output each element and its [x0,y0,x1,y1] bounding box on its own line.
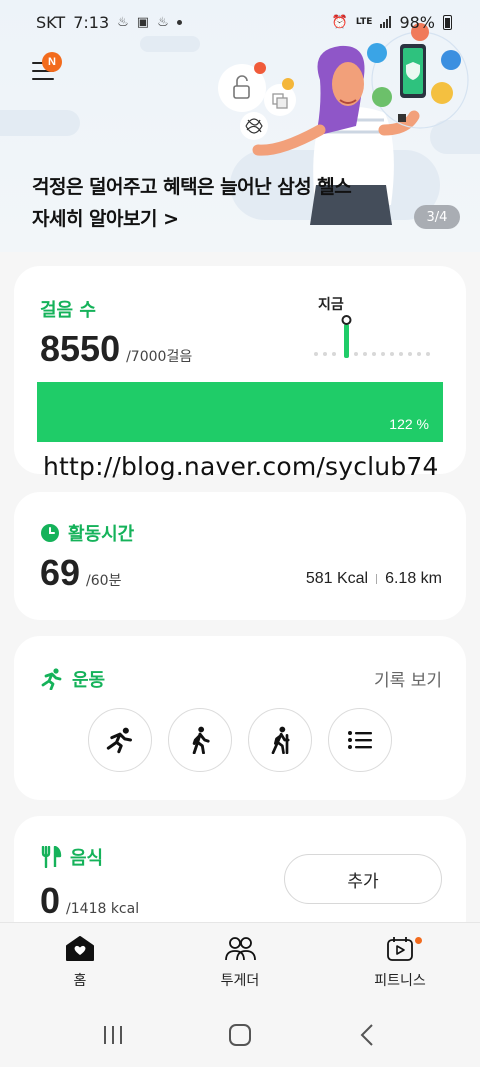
hiking-icon [271,726,290,754]
back-chevron-icon [360,1023,373,1046]
network-type-label: LTE [355,17,373,27]
steps-progress-bar: 122 % [37,382,443,442]
hike-exercise-button[interactable] [248,708,312,772]
steps-card[interactable]: 걸음 수 8550 /7000걸음 지금 122 % [14,266,466,474]
new-content-dot [415,937,422,944]
nav-home-label: 홈 [73,972,87,989]
gallery-icon: ▣ [136,14,150,30]
cutlery-icon [41,846,62,868]
food-goal: /1418 kcal [66,901,140,917]
home-system-button[interactable] [210,1015,270,1055]
running-icon [106,727,133,754]
run-exercise-button[interactable] [88,708,152,772]
view-records-link[interactable]: 기록 보기 [374,666,442,691]
battery-icon [443,14,452,30]
list-icon [348,731,372,749]
nav-together-label: 투게더 [220,972,260,989]
active-goal: /60분 [86,573,122,589]
food-calories: 0 [40,880,61,921]
distance-value: 6.18 km [385,570,442,587]
steps-progress-percent: 122 % [389,416,429,432]
exercise-list-button[interactable] [328,708,392,772]
recents-icon [104,1025,123,1044]
banner-headline: 걱정은 덜어주고 혜택은 늘어난 삼성 헬스 [32,176,352,198]
meta-divider [376,574,378,584]
nav-fitness[interactable]: 피트니스 [330,923,470,1002]
status-bar: SKT 7:13 ♨ ▣ ♨ ⏰ LTE 98% [0,0,480,44]
hourly-steps-chart [314,315,430,358]
now-label: 지금 [318,297,344,313]
exercise-header: 운동 [40,666,105,692]
more-notifications-dot [176,19,182,25]
current-hour-bar [344,324,349,358]
nav-fitness-label: 피트니스 [374,972,426,989]
home-icon [66,935,94,961]
steps-count: 8550 [40,328,121,369]
nav-together[interactable]: 투게더 [170,923,310,1002]
fitness-video-icon [387,936,413,961]
steps-goal: /7000걸음 [126,349,193,365]
people-icon [225,936,256,960]
banner-learn-more-link[interactable]: 자세히 알아보기 > [32,204,179,231]
active-time-title: 활동시간 [68,524,135,545]
battery-percent: 98% [399,12,435,32]
active-time-card[interactable]: 활동시간 69 /60분 581 Kcal 6.18 km [14,492,466,620]
food-header: 음식 [40,844,103,870]
notification-icon: ♨ [157,14,169,30]
exercise-card[interactable]: 운동 기록 보기 [14,636,466,800]
home-square-icon [228,1023,251,1046]
bottom-navigation: 홈 투게더 피트니스 [0,922,480,1002]
now-marker [341,315,352,325]
calories-value: 581 Kcal [305,570,369,587]
notification-icon: ♨ [117,14,129,30]
clock: 7:13 [73,12,110,32]
active-minutes: 69 [40,552,81,593]
add-food-button[interactable]: 추가 [284,854,442,904]
back-button[interactable] [337,1015,397,1055]
food-title: 음식 [70,848,104,869]
banner-page-indicator: 3/4 [414,205,460,229]
signal-icon [380,16,392,28]
alarm-icon: ⏰ [331,14,348,30]
blog-watermark: http://blog.naver.com/syclub74 [43,452,439,481]
exercise-title: 운동 [72,670,106,691]
steps-title: 걸음 수 [40,300,96,321]
walking-icon [192,726,210,754]
new-badge: N [42,52,62,72]
carrier-label: SKT [36,12,66,32]
clock-icon [41,524,59,542]
cloud-decoration [0,110,80,136]
recent-apps-button[interactable] [83,1015,143,1055]
walk-exercise-button[interactable] [168,708,232,772]
system-navigation-bar [0,1002,480,1067]
nav-home[interactable]: 홈 [10,923,150,1002]
running-icon [41,668,62,690]
active-time-header: 활동시간 [40,520,134,546]
